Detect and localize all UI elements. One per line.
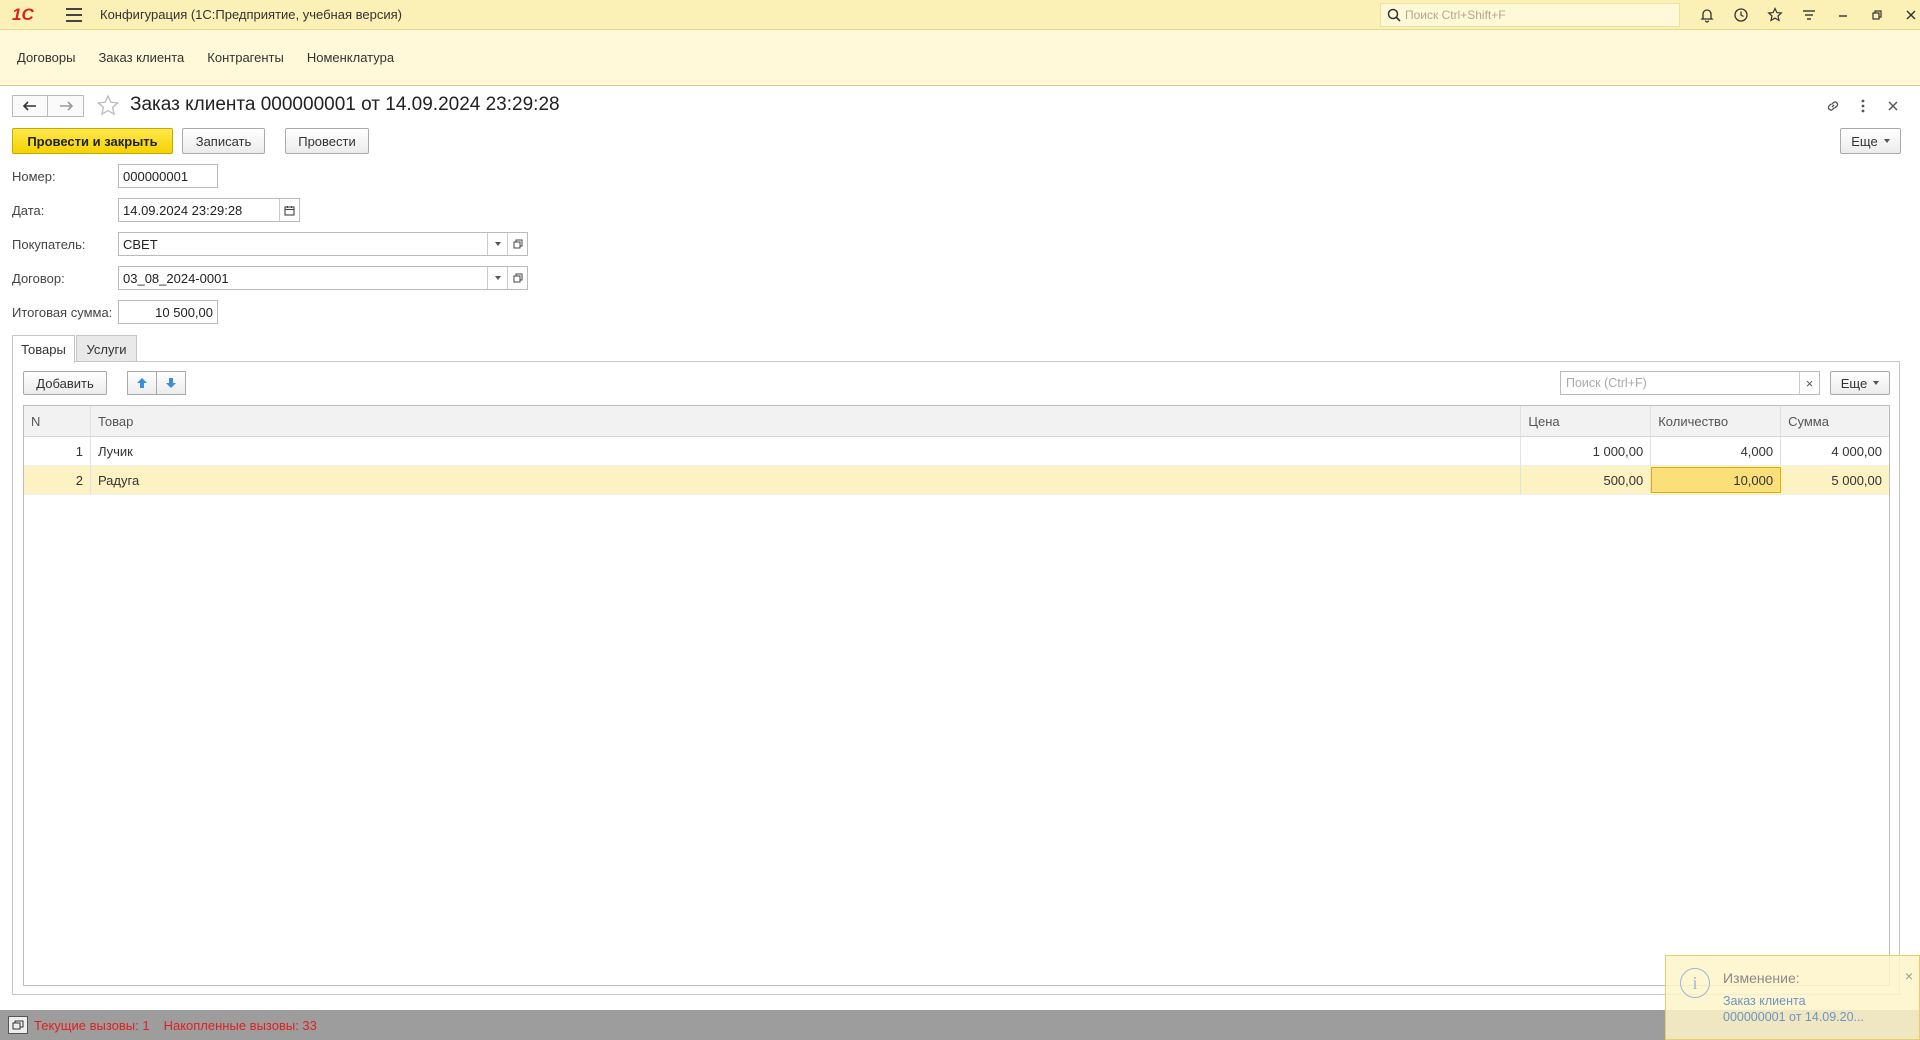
notification-link[interactable]: Заказ клиента 000000001 от 14.09.20...: [1723, 993, 1864, 1025]
history-icon[interactable]: [1724, 0, 1758, 30]
windows-icon[interactable]: [8, 1016, 28, 1034]
notification-title: Изменение:: [1723, 970, 1800, 986]
contract-field[interactable]: 03_08_2024-0001: [118, 266, 528, 290]
more-actions-icon[interactable]: [1851, 95, 1875, 117]
row-sum[interactable]: 5 000,00: [1781, 466, 1889, 494]
total-value: 10 500,00: [155, 304, 213, 320]
number-label: Номер:: [12, 169, 56, 184]
minimize-icon[interactable]: [1826, 0, 1860, 30]
section-customer-order[interactable]: Заказ клиента: [98, 50, 184, 65]
section-nomenclature[interactable]: Номенклатура: [307, 50, 394, 65]
date-label: Дата:: [12, 203, 45, 218]
row-sum[interactable]: 4 000,00: [1781, 437, 1889, 465]
history-nav: [12, 95, 84, 117]
column-header-sum[interactable]: Сумма: [1781, 406, 1889, 436]
dropdown-icon[interactable]: [487, 267, 507, 289]
buyer-label: Покупатель:: [12, 237, 86, 252]
global-search[interactable]: [1380, 3, 1680, 27]
arrow-up-icon: [137, 378, 147, 388]
column-header-item[interactable]: Товар: [91, 406, 1522, 436]
dropdown-icon[interactable]: [487, 233, 507, 255]
form-title: Заказ клиента 000000001 от 14.09.2024 23…: [130, 94, 560, 115]
table-more-label: Еще: [1840, 375, 1868, 391]
info-icon: i: [1680, 968, 1710, 998]
favorites-star-icon[interactable]: [1758, 0, 1792, 30]
open-icon[interactable]: [507, 233, 527, 255]
current-calls: Текущие вызовы: 1: [34, 1017, 150, 1033]
accumulated-calls: Накопленные вызовы: 33: [163, 1017, 317, 1033]
buyer-field[interactable]: СВЕТ: [118, 232, 528, 256]
close-window-icon[interactable]: [1894, 0, 1920, 30]
section-counterparties[interactable]: Контрагенты: [207, 50, 284, 65]
column-header-price[interactable]: Цена: [1521, 406, 1652, 436]
clear-search-icon[interactable]: ×: [1799, 372, 1819, 394]
calendar-icon[interactable]: [279, 199, 299, 221]
column-header-n[interactable]: N: [24, 406, 91, 436]
row-number: 2: [24, 466, 91, 494]
total-label: Итоговая сумма:: [12, 305, 113, 320]
buyer-value: СВЕТ: [123, 236, 158, 252]
post-button[interactable]: Провести: [285, 128, 369, 154]
open-icon[interactable]: [507, 267, 527, 289]
form-more-button[interactable]: Еще: [1840, 128, 1901, 154]
add-row-button[interactable]: Добавить: [23, 371, 107, 395]
post-and-close-button[interactable]: Провести и закрыть: [12, 128, 173, 154]
contract-value: 03_08_2024-0001: [123, 270, 229, 286]
arrow-right-icon: [59, 101, 73, 111]
table-search-input[interactable]: [1561, 376, 1799, 390]
section-contracts[interactable]: Договоры: [17, 50, 75, 65]
number-value: 000000001: [123, 168, 189, 184]
restore-icon[interactable]: [1860, 0, 1894, 30]
table-row-selected[interactable]: 2 Радуга 500,00 10,000 5 000,00: [24, 466, 1889, 495]
column-header-quantity[interactable]: Количество: [1651, 406, 1782, 436]
table-more-button[interactable]: Еще: [1830, 371, 1890, 395]
arrow-left-icon: [23, 101, 36, 111]
section-panel: Договоры Заказ клиента Контрагенты Номен…: [0, 30, 1920, 86]
row-quantity-focused[interactable]: 10,000: [1651, 467, 1782, 493]
settings-menu-icon[interactable]: [1792, 0, 1826, 30]
row-item[interactable]: Лучик: [91, 437, 1522, 465]
main-menu-icon[interactable]: [66, 7, 82, 22]
chevron-down-icon: [1883, 139, 1890, 143]
date-value: 14.09.2024 23:29:28: [123, 202, 243, 218]
row-price[interactable]: 500,00: [1521, 466, 1652, 494]
search-icon: [1387, 8, 1401, 22]
row-price[interactable]: 1 000,00: [1521, 437, 1652, 465]
move-up-button[interactable]: [127, 371, 157, 395]
bell-icon[interactable]: [1690, 0, 1724, 30]
row-item[interactable]: Радуга: [91, 466, 1522, 494]
status-bar: Текущие вызовы: 1 Накопленные вызовы: 33: [0, 1010, 1920, 1040]
form-more-label: Еще: [1851, 133, 1878, 149]
move-down-button[interactable]: [156, 371, 186, 395]
date-field[interactable]: 14.09.2024 23:29:28: [118, 198, 300, 222]
title-bar: 1С Конфигурация (1С:Предприятие, учебная…: [0, 0, 1920, 30]
arrow-down-icon: [166, 378, 176, 388]
contract-label: Договор:: [12, 271, 65, 286]
goods-table[interactable]: N Товар Цена Количество Сумма 1 Лучик 1 …: [23, 405, 1890, 986]
forward-button[interactable]: [48, 95, 84, 117]
tab-goods[interactable]: Товары: [12, 335, 75, 363]
global-search-input[interactable]: [1405, 8, 1665, 22]
notification-link-line2: 000000001 от 14.09.20...: [1723, 1010, 1864, 1024]
add-to-favorites-star-icon[interactable]: [96, 94, 120, 121]
chevron-down-icon: [1873, 381, 1880, 385]
tab-services[interactable]: Услуги: [76, 335, 137, 362]
link-icon[interactable]: [1821, 95, 1845, 117]
notification-link-line1: Заказ клиента: [1723, 994, 1806, 1008]
close-notification-icon[interactable]: ×: [1905, 968, 1913, 984]
close-form-icon[interactable]: [1881, 95, 1905, 117]
app-logo: 1С: [12, 4, 34, 24]
number-field[interactable]: 000000001: [118, 164, 218, 188]
row-quantity[interactable]: 4,000: [1651, 437, 1782, 465]
total-field[interactable]: 10 500,00: [118, 300, 218, 324]
table-search[interactable]: ×: [1560, 371, 1820, 395]
row-number: 1: [24, 437, 91, 465]
table-header: N Товар Цена Количество Сумма: [24, 406, 1889, 437]
change-notification: i Изменение: Заказ клиента 000000001 от …: [1665, 955, 1920, 1040]
save-button[interactable]: Записать: [182, 128, 265, 154]
app-title: Конфигурация (1С:Предприятие, учебная ве…: [100, 7, 402, 22]
back-button[interactable]: [12, 95, 48, 117]
table-row[interactable]: 1 Лучик 1 000,00 4,000 4 000,00: [24, 437, 1889, 466]
